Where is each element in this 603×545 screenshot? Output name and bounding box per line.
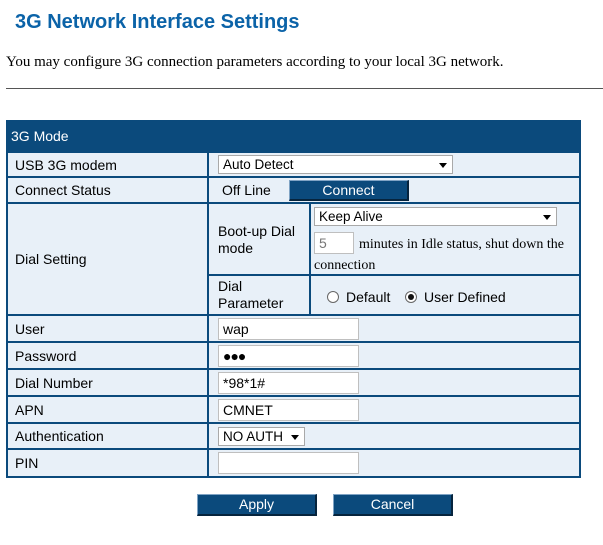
pin-cell (209, 450, 579, 476)
dial-setting-label-text: Dial Setting (15, 251, 87, 267)
boot-mode-select[interactable]: Keep Alive (314, 207, 557, 226)
chevron-down-icon (291, 435, 299, 440)
password-input[interactable]: ●●● (218, 345, 359, 367)
user-label: User (8, 316, 207, 341)
authentication-label-text: Authentication (15, 428, 104, 444)
dial-number-label-text: Dial Number (15, 374, 93, 391)
dial-parameter-cell: Default User Defined (311, 276, 579, 314)
pin-label-text: PIN (15, 455, 39, 471)
user-defined-radio-label: User Defined (424, 289, 506, 305)
divider (6, 88, 603, 89)
dial-setting-label: Dial Setting (8, 204, 207, 314)
idle-status-text: minutes in Idle status, shut down the co… (314, 237, 564, 273)
usb-modem-label-text: USB 3G modem (15, 156, 117, 173)
user-defined-radio[interactable] (405, 291, 417, 303)
dial-number-label: Dial Number (8, 370, 207, 395)
apn-label-text: APN (15, 401, 44, 418)
dial-parameter-label-text: Dial Parameter (218, 278, 284, 311)
connect-button[interactable]: Connect (289, 180, 409, 201)
dial-number-cell: *98*1# (209, 370, 579, 395)
connect-status-label: Connect Status (8, 178, 207, 202)
usb-modem-label: USB 3G modem (8, 153, 207, 176)
user-label-text: User (15, 320, 45, 337)
connect-status-value: Off Line (222, 182, 271, 198)
authentication-selected: NO AUTH (223, 429, 284, 444)
password-cell: ●●● (209, 343, 579, 368)
boot-mode-label-text: Boot-up Dial mode (218, 223, 296, 256)
apn-cell: CMNET (209, 397, 579, 422)
panel-header: 3G Mode (11, 128, 69, 144)
pin-label: PIN (8, 450, 207, 476)
cancel-button[interactable]: Cancel (333, 494, 453, 516)
apn-input[interactable]: CMNET (218, 399, 359, 421)
user-input[interactable]: wap (218, 318, 359, 340)
chevron-down-icon (543, 215, 551, 220)
usb-modem-select[interactable]: Auto Detect (218, 155, 453, 174)
page-description: You may configure 3G connection paramete… (6, 54, 504, 70)
authentication-cell: NO AUTH (209, 424, 579, 448)
authentication-select[interactable]: NO AUTH (218, 427, 305, 446)
3g-mode-panel: 3G Mode USB 3G modem Auto Detect Connect… (6, 120, 581, 478)
usb-modem-cell: Auto Detect (209, 153, 579, 176)
password-label: Password (8, 343, 207, 368)
page-title: 3G Network Interface Settings (15, 11, 300, 33)
authentication-label: Authentication (8, 424, 207, 448)
connect-status-cell: Off Line Connect (209, 178, 579, 202)
apn-label: APN (8, 397, 207, 422)
dial-parameter-label: Dial Parameter (209, 276, 309, 314)
default-radio-label: Default (346, 289, 391, 305)
usb-modem-selected: Auto Detect (223, 157, 294, 172)
default-radio[interactable] (327, 291, 339, 303)
password-label-text: Password (15, 347, 77, 364)
boot-mode-selected: Keep Alive (319, 209, 383, 224)
boot-mode-cell: Keep Alive 5 minutes in Idle status, shu… (311, 204, 579, 274)
pin-input[interactable] (218, 452, 359, 474)
chevron-down-icon (439, 163, 447, 168)
dial-number-input[interactable]: *98*1# (218, 372, 359, 394)
apply-button[interactable]: Apply (197, 494, 317, 516)
connect-status-label-text: Connect Status (15, 182, 111, 198)
user-cell: wap (209, 316, 579, 341)
boot-mode-label: Boot-up Dial mode (209, 204, 309, 274)
